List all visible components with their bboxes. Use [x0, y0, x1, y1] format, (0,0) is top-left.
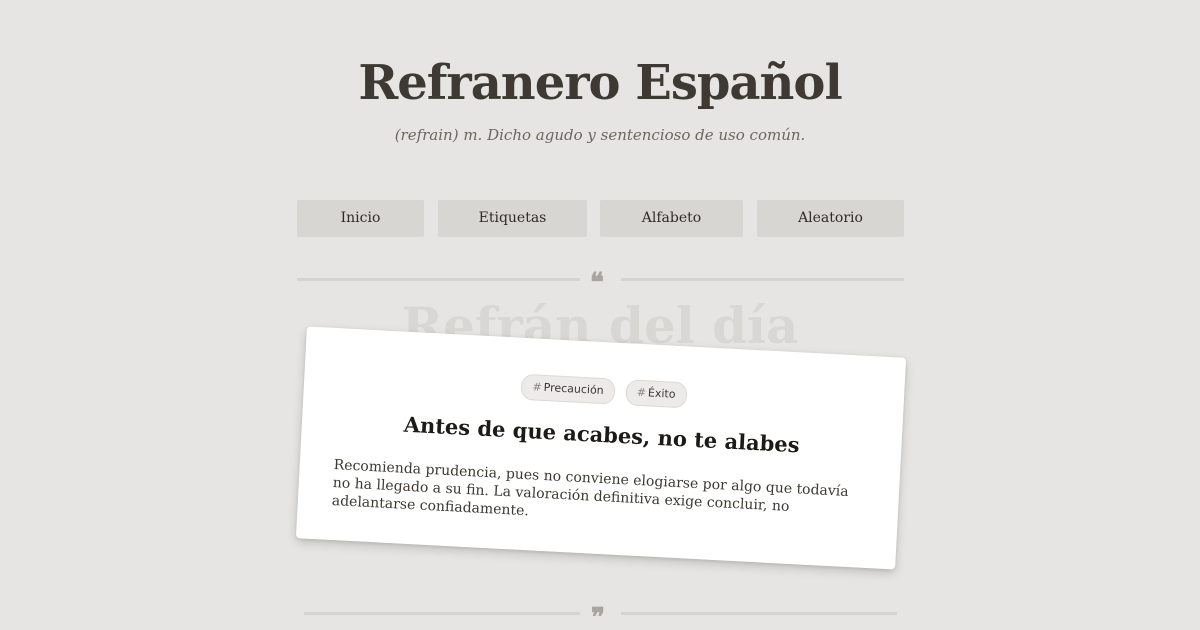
main-nav: Inicio Etiquetas Alfabeto Aleatorio: [297, 200, 904, 237]
hash-icon: #: [532, 380, 543, 394]
site-title[interactable]: Refranero Español: [0, 52, 1200, 114]
nav-inicio-button[interactable]: Inicio: [297, 200, 424, 237]
divider-top-left: [297, 278, 580, 281]
close-quote-icon: ❞: [591, 603, 605, 630]
open-quote-icon: ❝: [590, 268, 604, 298]
nav-alfabeto-button[interactable]: Alfabeto: [600, 200, 743, 237]
divider-bottom-left: [304, 612, 580, 615]
divider-bottom-right: [621, 612, 897, 615]
tag-exito[interactable]: #Éxito: [625, 379, 688, 409]
nav-aleatorio-button[interactable]: Aleatorio: [757, 200, 904, 237]
proverb-description: Recomienda prudencia, pues no conviene e…: [331, 457, 849, 520]
site-subtitle: (refrain) m. Dicho agudo y sentencioso d…: [394, 126, 806, 144]
nav-etiquetas-button[interactable]: Etiquetas: [438, 200, 587, 237]
tag-precaucion[interactable]: #Precaución: [520, 373, 616, 405]
divider-top-right: [621, 278, 904, 281]
hash-icon: #: [636, 385, 647, 400]
tag-label: Precaución: [543, 380, 605, 398]
tag-label: Éxito: [647, 386, 676, 401]
proverb-card: #Precaución #Éxito Antes de que acabes, …: [295, 326, 907, 570]
